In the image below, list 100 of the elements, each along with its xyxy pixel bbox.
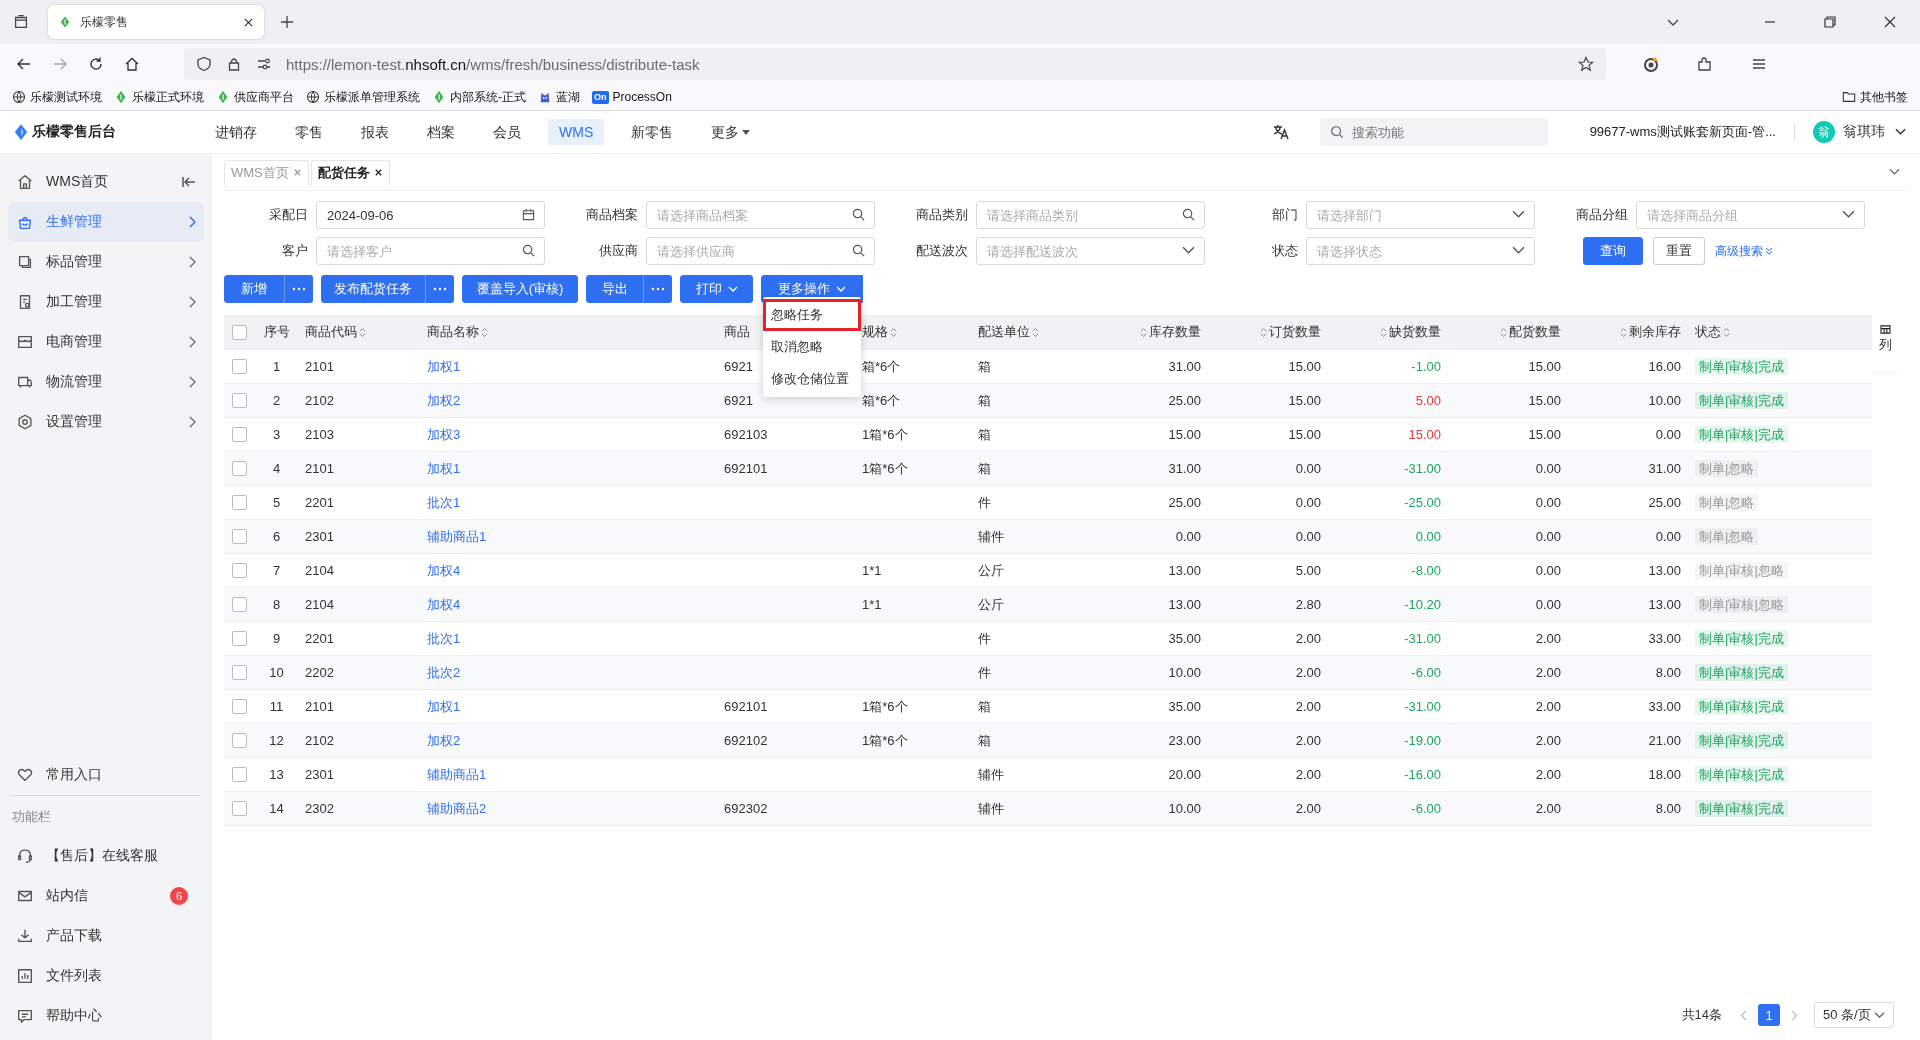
next-page-icon[interactable] xyxy=(1790,1009,1798,1021)
filter-field[interactable]: 请选择部门 xyxy=(1306,201,1535,229)
sort-icon[interactable] xyxy=(890,326,897,338)
column-header[interactable]: 商品代码 xyxy=(305,323,366,341)
address-field[interactable]: https://lemon-test.nhsoft.cn/wms/fresh/business/distribute-task xyxy=(184,48,1606,80)
account-name[interactable]: 99677-wms测试账套新页面-管... xyxy=(1589,123,1776,141)
sort-icon[interactable] xyxy=(1032,326,1039,338)
browser-tab[interactable]: 乐檬零售 xyxy=(48,5,264,39)
checkbox[interactable] xyxy=(231,461,247,476)
checkbox[interactable] xyxy=(231,563,247,578)
sort-icon[interactable] xyxy=(1380,326,1387,338)
product-link[interactable]: 加权3 xyxy=(427,426,461,442)
bookmark-folder[interactable]: 其他书签 xyxy=(1842,88,1908,106)
page-tab[interactable]: 配货任务 xyxy=(310,159,390,185)
new-tab-icon[interactable] xyxy=(280,15,294,29)
nav-tab[interactable]: 零售 xyxy=(284,119,334,145)
back-icon[interactable] xyxy=(16,56,32,72)
more-button[interactable] xyxy=(425,275,454,303)
sidebar-item[interactable]: 常用入口 xyxy=(8,755,204,795)
close-icon[interactable] xyxy=(1883,15,1897,29)
filter-field[interactable]: 请选择商品类别 xyxy=(976,201,1205,229)
sort-icon[interactable] xyxy=(1500,326,1507,338)
column-settings-button[interactable]: 列 xyxy=(1872,315,1899,373)
product-link[interactable]: 加权1 xyxy=(427,698,461,714)
more-button[interactable] xyxy=(284,275,313,303)
checkbox[interactable] xyxy=(231,359,247,374)
bookmark[interactable]: 内部系统-正式 xyxy=(432,88,526,106)
search-field[interactable]: 搜索功能 xyxy=(1319,118,1548,146)
column-header[interactable]: 配送单位 xyxy=(978,323,1039,341)
product-link[interactable]: 加权2 xyxy=(427,392,461,408)
star-icon[interactable] xyxy=(1578,56,1594,72)
sidebar-item[interactable]: 设置管理 xyxy=(8,402,204,442)
checkbox[interactable] xyxy=(231,767,247,782)
checkbox[interactable] xyxy=(231,733,247,748)
tab-list-icon[interactable] xyxy=(12,13,30,31)
checkbox[interactable] xyxy=(231,631,247,646)
column-header[interactable]: 剩余库存 xyxy=(1620,323,1681,341)
filter-field[interactable]: 请选择配送波次 xyxy=(976,237,1205,265)
filter-field[interactable]: 请选择商品档案 xyxy=(646,201,875,229)
page-button[interactable]: 1 xyxy=(1758,1004,1780,1026)
date-field[interactable]: 2024-09-06 xyxy=(316,201,545,229)
sidebar-item[interactable]: 生鲜管理 xyxy=(8,202,204,242)
home-icon[interactable] xyxy=(124,56,140,72)
checkbox[interactable] xyxy=(231,699,247,714)
column-header[interactable]: 商品名称 xyxy=(427,323,488,341)
sort-icon[interactable] xyxy=(1260,326,1267,338)
product-link[interactable]: 加权1 xyxy=(427,358,461,374)
sort-icon[interactable] xyxy=(481,326,488,338)
filter-field[interactable]: 请选择状态 xyxy=(1306,237,1535,265)
sort-icon[interactable] xyxy=(1723,326,1730,338)
column-header[interactable]: 库存数量 xyxy=(1140,323,1201,341)
account-icon[interactable] xyxy=(1642,55,1660,73)
sidebar-item[interactable]: 产品下载 xyxy=(8,916,204,956)
forward-icon[interactable] xyxy=(52,56,68,72)
sort-icon[interactable] xyxy=(359,326,366,338)
action-button[interactable]: 新增 xyxy=(224,275,284,303)
collapse-icon[interactable] xyxy=(182,176,196,188)
checkbox[interactable] xyxy=(231,427,247,442)
column-header[interactable]: 配货数量 xyxy=(1500,323,1561,341)
product-link[interactable]: 加权4 xyxy=(427,562,461,578)
action-button[interactable]: 导出 xyxy=(586,275,643,303)
chevron-down-icon[interactable] xyxy=(1895,128,1906,136)
translate-icon[interactable] xyxy=(1271,123,1290,141)
bookmark[interactable]: 供应商平台 xyxy=(216,88,294,106)
page-size-select[interactable]: 50 条/页 xyxy=(1814,1002,1894,1028)
nav-tab[interactable]: 报表 xyxy=(350,119,400,145)
product-link[interactable]: 辅助商品1 xyxy=(427,528,487,544)
product-link[interactable]: 批次1 xyxy=(427,494,461,510)
filter-field[interactable]: 请选择供应商 xyxy=(646,237,875,265)
nav-tab[interactable]: 档案 xyxy=(416,119,466,145)
reset-button[interactable]: 重置 xyxy=(1653,237,1705,265)
more-button[interactable] xyxy=(643,275,672,303)
sidebar-item[interactable]: 【售后】在线客服 xyxy=(8,836,204,876)
restore-icon[interactable] xyxy=(1823,15,1837,29)
bookmark[interactable]: 乐檬测试环境 xyxy=(12,88,102,106)
checkbox[interactable] xyxy=(231,529,247,544)
sidebar-item[interactable]: 文件列表 xyxy=(8,956,204,996)
filter-field[interactable]: 请选择客户 xyxy=(316,237,545,265)
checkbox[interactable] xyxy=(231,665,247,680)
action-button[interactable]: 覆盖导入(审核) xyxy=(462,275,578,303)
sidebar-item[interactable]: 电商管理 xyxy=(8,322,204,362)
menu-item[interactable]: 忽略任务 xyxy=(763,299,861,331)
checkbox[interactable] xyxy=(231,324,247,340)
bookmark[interactable]: On ProcessOn xyxy=(592,90,672,104)
sort-icon[interactable] xyxy=(1140,326,1147,338)
reload-icon[interactable] xyxy=(88,56,104,72)
product-link[interactable]: 加权1 xyxy=(427,460,461,476)
bookmark[interactable]: 乐檬派单管理系统 xyxy=(306,88,420,106)
filter-field[interactable]: 请选择商品分组 xyxy=(1636,201,1865,229)
close-icon[interactable] xyxy=(243,16,254,28)
column-header[interactable]: 状态 xyxy=(1695,323,1730,341)
bookmark[interactable]: 蓝湖 xyxy=(538,88,580,106)
menu-item[interactable]: 取消忽略 xyxy=(763,331,861,363)
action-button[interactable]: 发布配货任务 xyxy=(321,275,425,303)
product-link[interactable]: 加权4 xyxy=(427,596,461,612)
product-link[interactable]: 辅助商品1 xyxy=(427,766,487,782)
column-header[interactable]: 订货数量 xyxy=(1260,323,1321,341)
advanced-search-link[interactable]: 高级搜索 xyxy=(1715,242,1773,260)
sidebar-item[interactable]: WMS首页 xyxy=(8,162,204,202)
sort-icon[interactable] xyxy=(1620,326,1627,338)
